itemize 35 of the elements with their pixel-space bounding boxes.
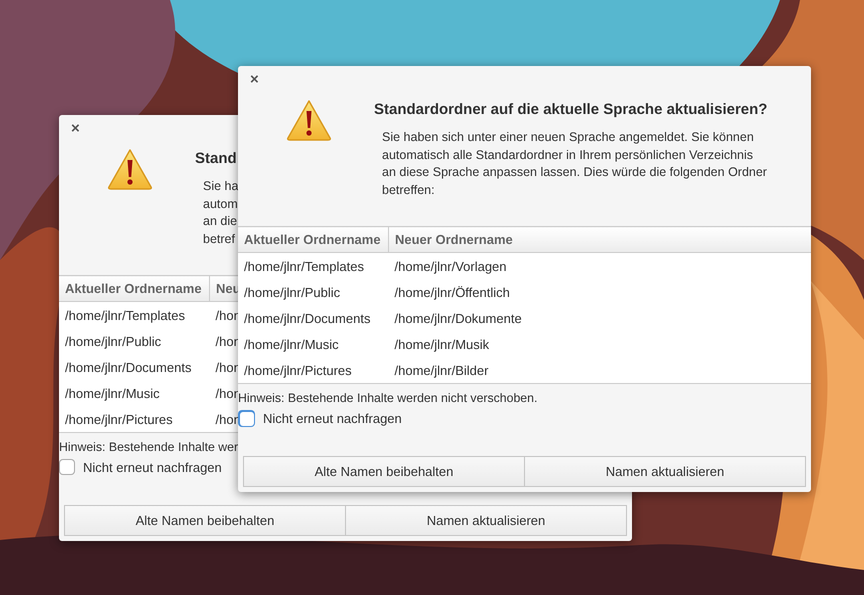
- dialog-message-line: Sie ha: [203, 178, 238, 195]
- column-header[interactable]: Aktueller Ordnername: [59, 276, 210, 302]
- dialog-message-line: betref: [203, 230, 235, 248]
- close-button[interactable]: ×: [69, 122, 82, 136]
- table-cell: /home/jlnr/Dokumente: [388, 305, 811, 331]
- hint-text: Hinweis: Bestehende Inhalte wer: [59, 440, 238, 454]
- dialog-title: Standardordner auf die aktuelle Sprache aktualisieren?: [374, 101, 768, 118]
- dialog-button[interactable]: Alte Namen beibehalten: [243, 456, 525, 487]
- table-cell: /home/jlnr/Music: [59, 380, 210, 406]
- table-cell: /home/jlnr/Public: [59, 328, 210, 354]
- checkbox-label[interactable]: Nicht erneut nachfragen: [263, 411, 402, 426]
- column-header[interactable]: Aktueller Ordnername: [238, 226, 388, 252]
- dialog-button[interactable]: Namen aktualisieren: [525, 456, 806, 487]
- dialog-title: Stand: [195, 150, 237, 167]
- table-cell: /home/jlnr/Documents: [59, 354, 210, 380]
- table-cell: /home/jlnr/Musik: [388, 331, 811, 357]
- table-cell: /home/jlnr/Pictures: [59, 406, 210, 432]
- dialog-message-line: autom: [203, 196, 238, 212]
- checkbox-label[interactable]: Nicht erneut nachfragen: [83, 460, 222, 474]
- table-cell: /home/jlnr/Öffentlich: [388, 279, 811, 305]
- dialog-message-line: an die: [203, 213, 238, 230]
- close-button[interactable]: ×: [248, 73, 261, 87]
- dialog-button[interactable]: Namen aktualisieren: [346, 505, 627, 536]
- table-cell: /home/jlnr/Pictures: [238, 357, 388, 384]
- table-cell: /home/jlnr/Documents: [238, 305, 388, 331]
- table-cell: /home/jlnr/Bilder: [388, 357, 811, 384]
- table-cell: /home/jlnr/Templates: [238, 252, 388, 279]
- table-cell: /home/jlnr/Public: [238, 279, 388, 305]
- hint-text: Hinweis: Bestehende Inhalte werden nicht verschoben.: [238, 391, 538, 405]
- table-cell: /home/jlnr/Templates: [59, 302, 210, 328]
- dialog-button[interactable]: Alte Namen beibehalten: [64, 505, 346, 536]
- column-header[interactable]: Neuer Ordnername: [388, 226, 811, 252]
- dialog-message: Sie haben sich unter einer neuen Sprache angemeldet. Sie können automatisch alle Standardordner in Ihrem persönlichen Verzeichnis an diese Sprache anpassen lassen. Dies würde die folgenden Ordner betreffen:: [382, 129, 768, 198]
- table-cell: /home/jlnr/Music: [238, 331, 388, 357]
- table-cell: /home/jlnr/Vorlagen: [388, 252, 811, 279]
